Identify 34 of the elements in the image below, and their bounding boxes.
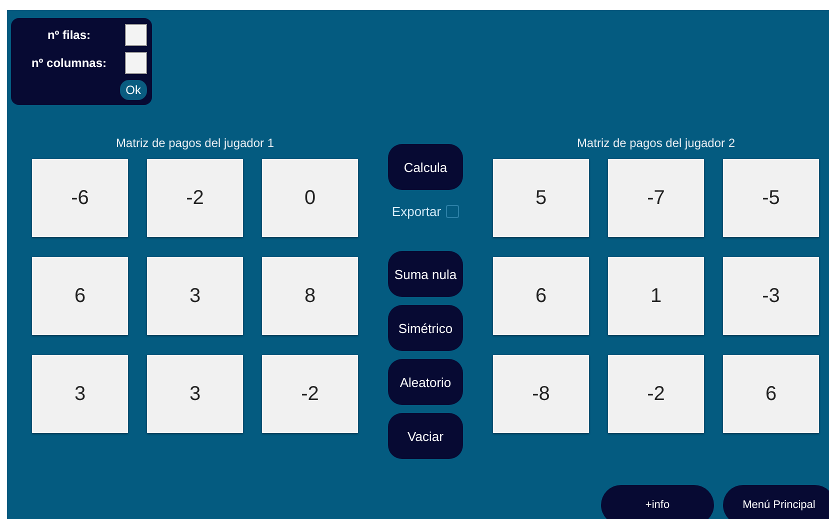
matrix-cell[interactable]: 6: [493, 257, 589, 335]
matrix-cell[interactable]: 6: [723, 355, 819, 433]
matrix-cell[interactable]: 6: [32, 257, 128, 335]
ok-button[interactable]: Ok: [120, 80, 147, 100]
matrix-cell[interactable]: 3: [147, 355, 243, 433]
action-button[interactable]: Aleatorio: [388, 359, 463, 405]
columns-field[interactable]: [125, 52, 147, 74]
matrix-title: Matriz de pagos del jugador 2: [576, 136, 736, 150]
export-label: Exportar: [392, 204, 442, 219]
matrix-cell[interactable]: -7: [608, 159, 704, 237]
matrix-title: Matriz de pagos del jugador 1: [114, 136, 276, 150]
matrix-cell[interactable]: 8: [262, 257, 358, 335]
rows-field[interactable]: [125, 24, 147, 46]
main-menu-button[interactable]: Menú Principal: [723, 485, 829, 519]
matrix-cell[interactable]: 3: [147, 257, 243, 335]
action-button[interactable]: Simétrico: [388, 305, 463, 351]
action-button[interactable]: Vaciar: [388, 413, 463, 459]
matrix-cell[interactable]: -5: [723, 159, 819, 237]
matrix-cell[interactable]: 3: [32, 355, 128, 433]
matrix-cell[interactable]: 1: [608, 257, 704, 335]
columns-label: nº columnas:: [30, 56, 108, 70]
export-checkbox[interactable]: [446, 205, 460, 218]
matrix-cell[interactable]: -8: [493, 355, 589, 433]
matrix-cell[interactable]: -2: [147, 159, 243, 237]
action-button[interactable]: Suma nula: [388, 251, 463, 297]
calculate-button[interactable]: Calcula: [388, 144, 463, 190]
matrix-cell[interactable]: -2: [262, 355, 358, 433]
matrix-cell[interactable]: -2: [608, 355, 704, 433]
matrix-cell[interactable]: -3: [723, 257, 819, 335]
info-button[interactable]: +info: [601, 485, 714, 519]
matrix-cell[interactable]: 0: [262, 159, 358, 237]
rows-label: nº filas:: [46, 28, 92, 42]
matrix-cell[interactable]: -6: [32, 159, 128, 237]
matrix-cell[interactable]: 5: [493, 159, 589, 237]
